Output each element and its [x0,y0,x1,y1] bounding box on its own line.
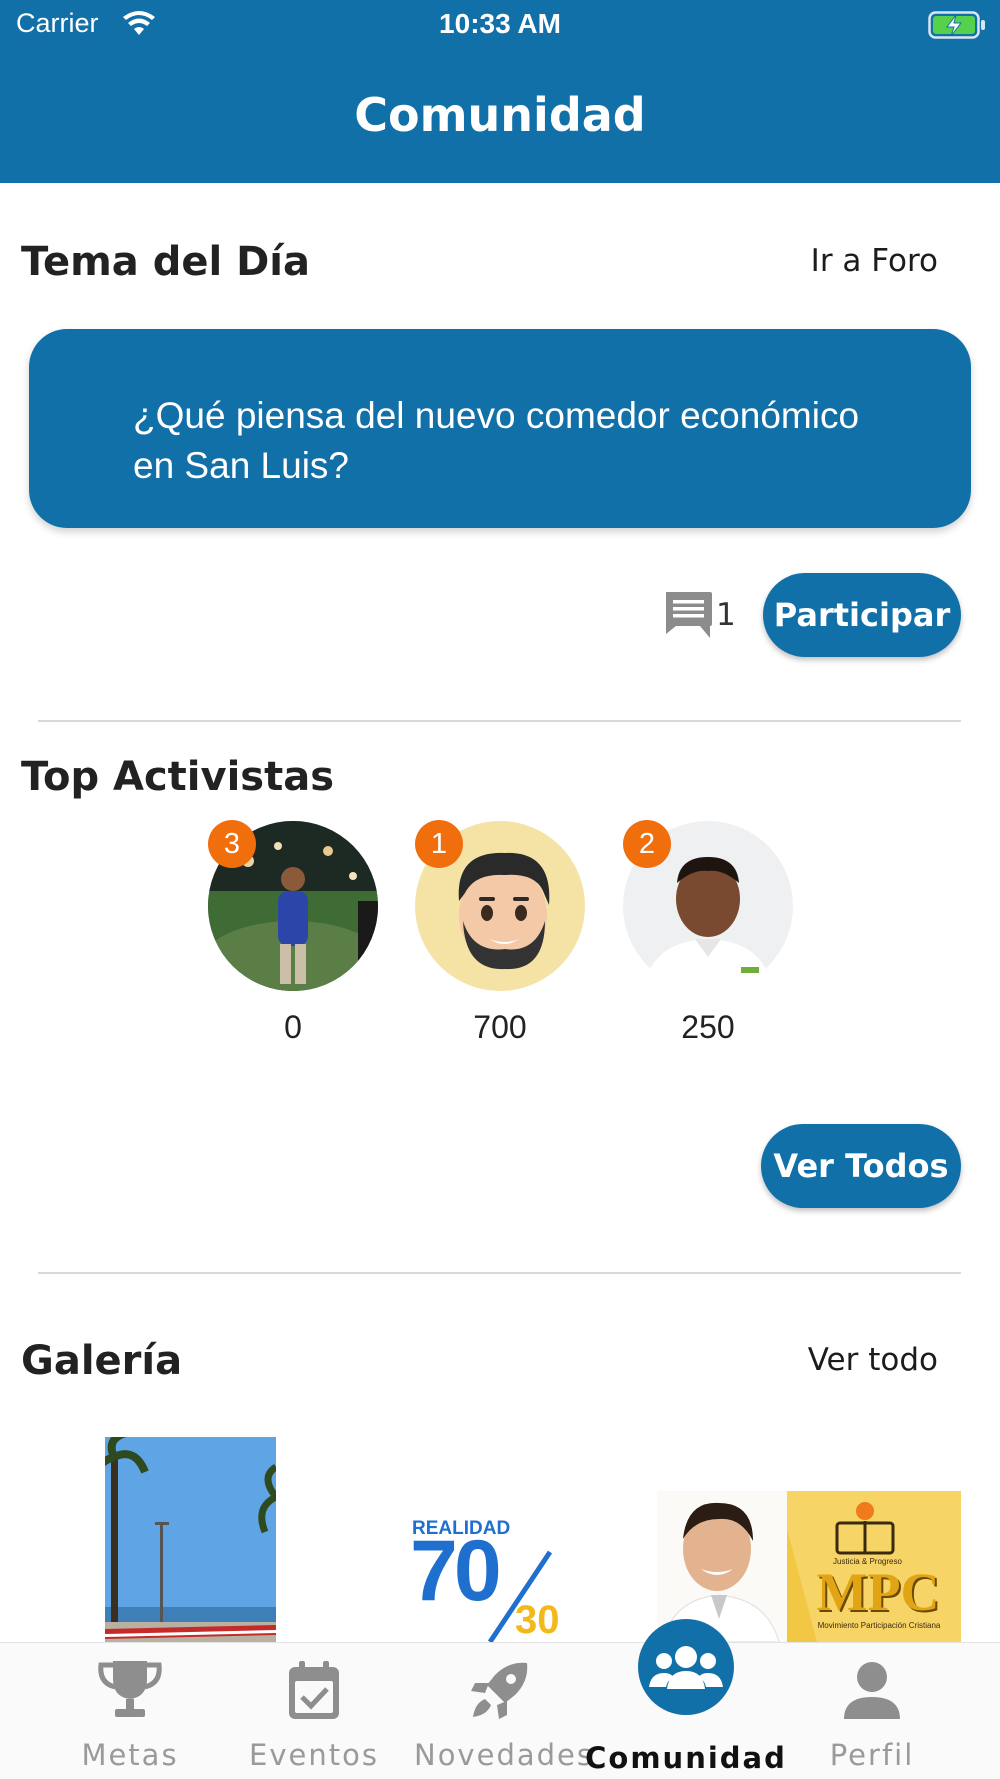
gallery-photo-beach[interactable] [105,1437,276,1642]
participate-button[interactable]: Participar [763,573,961,657]
tab-perfil[interactable]: Perfil [800,1643,944,1779]
app-header: Carrier 10:33 AM Comunidad [0,0,1000,183]
gallery-mpc-poster[interactable]: Justicia & Progreso MPC Movimiento Parti… [657,1491,961,1642]
divider [38,720,961,722]
battery-charging-icon [928,10,986,44]
go-to-forum-link[interactable]: Ir a Foro [811,243,938,279]
realidad-small-number: 30 [515,1598,560,1642]
activist-card[interactable]: 3 0 [208,820,378,1046]
mpc-subtitle: Movimiento Participación Cristiana [817,1621,941,1630]
users-icon [649,1641,723,1701]
tab-label: Metas [81,1738,179,1772]
user-icon [842,1659,902,1725]
rank-badge: 1 [415,820,463,868]
tab-label: Comunidad [585,1741,787,1775]
trophy-icon [97,1659,163,1723]
tab-label: Novedades [414,1738,594,1772]
view-all-activists-button[interactable]: Ver Todos [761,1124,961,1208]
activist-points: 0 [284,1009,302,1045]
rocket-icon [469,1659,531,1725]
topic-of-the-day-card[interactable]: ¿Qué piensa del nuevo comedor económico … [29,329,971,528]
comment-icon [662,590,714,644]
topic-section-title: Tema del Día [21,239,311,285]
gallery-view-all-link[interactable]: Ver todo [808,1342,938,1378]
topic-question: ¿Qué piensa del nuevo comedor económico … [133,395,860,486]
status-bar: Carrier 10:33 AM [0,0,1000,50]
tab-label: Perfil [829,1738,915,1772]
activist-card[interactable]: 1 700 [415,820,585,1046]
tab-eventos[interactable]: Eventos [234,1643,394,1779]
activists-section-title: Top Activistas [21,754,335,800]
activist-card[interactable]: 2 250 [623,820,793,1046]
rank-badge: 2 [623,820,671,868]
page-title: Comunidad [354,88,646,142]
bottom-tab-bar: Metas Eventos Novedades Comunidad Perfil [0,1619,1000,1779]
status-time: 10:33 AM [439,8,561,39]
mpc-brand: MPC [816,1562,940,1622]
rank-badge: 3 [208,820,256,868]
gallery-realidad-70-30[interactable]: REALIDAD 70 30 [410,1518,570,1642]
gallery-section-title: Galería [21,1338,183,1384]
comment-count: 1 [716,597,736,633]
activist-points: 700 [473,1009,527,1045]
tab-metas[interactable]: Metas [50,1643,210,1779]
calendar-check-icon [286,1659,342,1725]
activist-points: 250 [681,1009,735,1045]
divider [38,1272,961,1274]
tab-novedades[interactable]: Novedades [414,1643,594,1779]
tab-comunidad[interactable]: Comunidad [582,1619,790,1779]
tab-label: Eventos [249,1738,379,1772]
